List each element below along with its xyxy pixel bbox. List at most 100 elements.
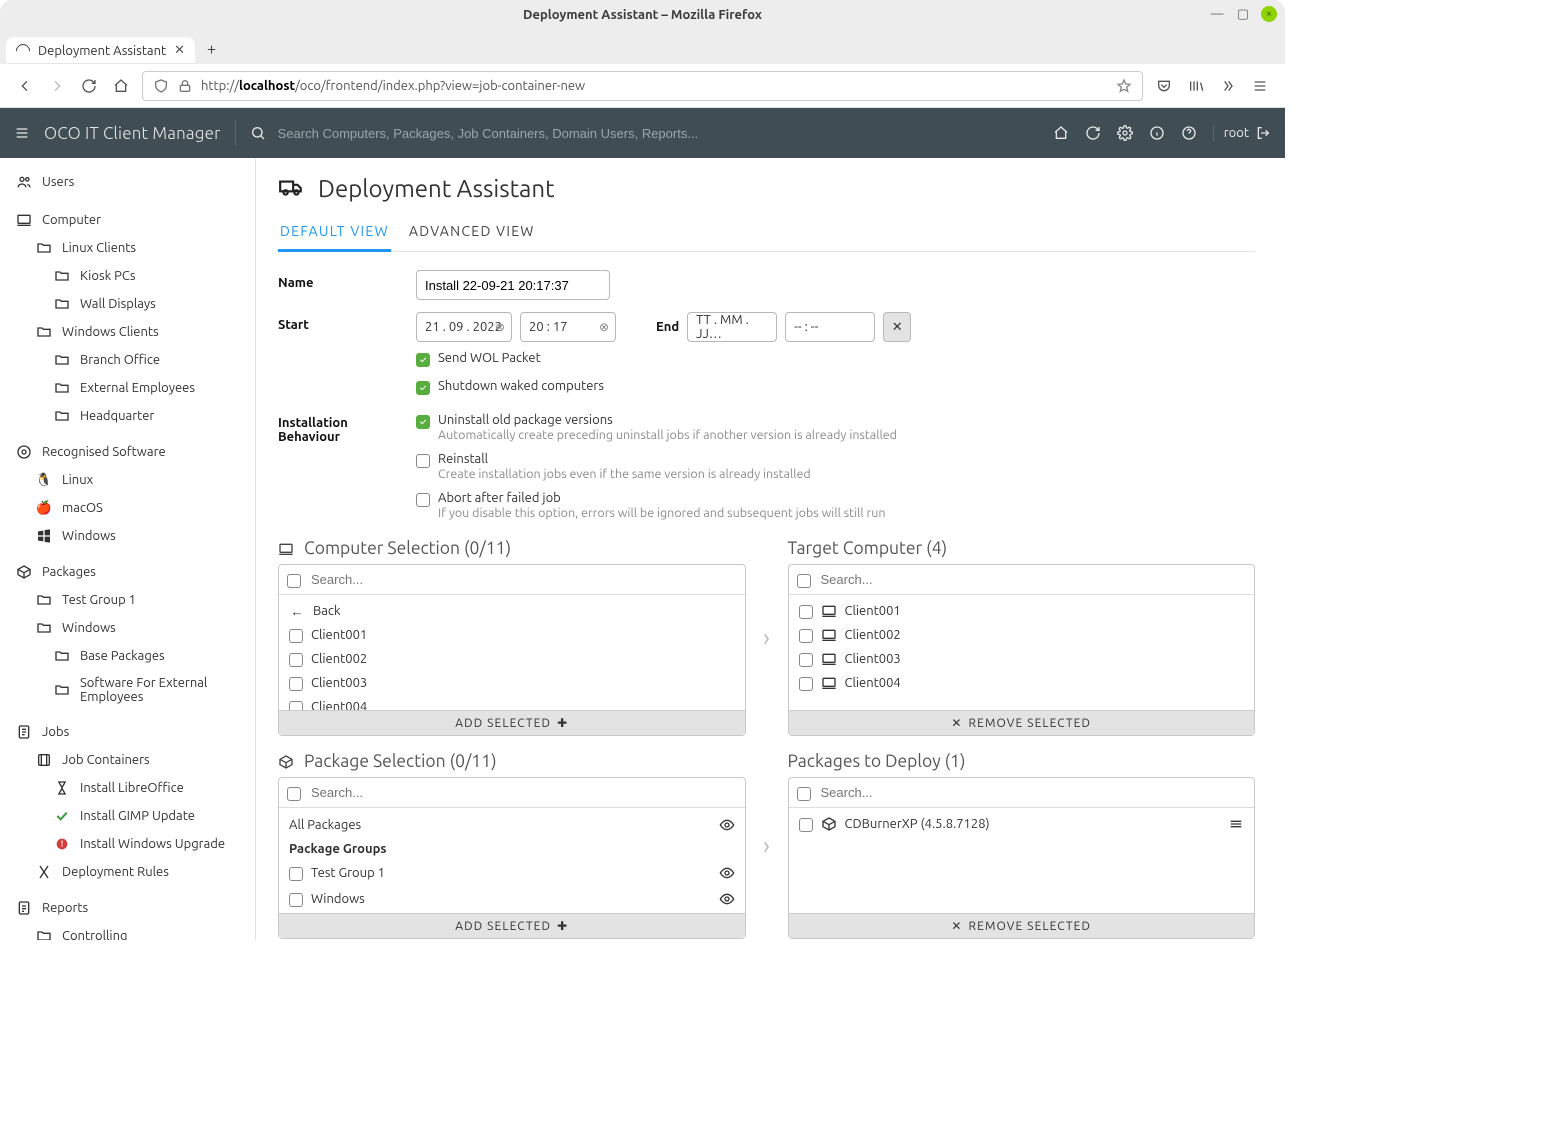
- sidebar-item-install-gimp[interactable]: Install GIMP Update: [0, 802, 255, 830]
- eye-icon[interactable]: [719, 891, 735, 907]
- pkg-add-selected-button[interactable]: ADD SELECTED✚: [279, 913, 745, 938]
- uninstall-checkbox[interactable]: [416, 415, 430, 429]
- url-bar[interactable]: http://localhost/oco/frontend/index.php?…: [142, 71, 1143, 101]
- list-item[interactable]: Client001: [279, 623, 745, 647]
- list-item[interactable]: CDBurnerXP (4.5.8.7128): [789, 812, 1255, 836]
- sidebar-item-computer[interactable]: Computer: [0, 206, 255, 234]
- sidebar-item-controlling[interactable]: Controlling: [0, 922, 255, 940]
- sidebar-item-users[interactable]: Users: [0, 168, 255, 196]
- home-button[interactable]: [110, 75, 132, 97]
- refresh-icon[interactable]: [1085, 125, 1101, 141]
- sidebar-item-macos[interactable]: 🍎macOS: [0, 494, 255, 522]
- sidebar-item-install-win-upgrade[interactable]: !Install Windows Upgrade: [0, 830, 255, 858]
- add-selected-button[interactable]: ADD SELECTED✚: [279, 710, 745, 735]
- sidebar-item-linux-clients[interactable]: Linux Clients: [0, 234, 255, 262]
- clear-start-time-icon[interactable]: ⊗: [599, 320, 609, 334]
- home-icon[interactable]: [1053, 125, 1069, 141]
- sidebar-item-base-packages[interactable]: Base Packages: [0, 642, 255, 670]
- help-icon[interactable]: [1181, 125, 1197, 141]
- remove-selected-button[interactable]: ✕REMOVE SELECTED: [789, 710, 1255, 735]
- sidebar-item-test-group[interactable]: Test Group 1: [0, 586, 255, 614]
- name-input[interactable]: [416, 270, 610, 300]
- menu-toggle-button[interactable]: [14, 125, 30, 141]
- os-min-button[interactable]: —: [1209, 6, 1225, 22]
- item-checkbox[interactable]: [289, 629, 303, 643]
- logout-icon[interactable]: [1255, 125, 1271, 141]
- back-button[interactable]: ←Back: [279, 599, 745, 623]
- list-item[interactable]: Client003: [789, 647, 1255, 671]
- end-date-input[interactable]: TT . MM . JJ…: [687, 312, 777, 342]
- shutdown-checkbox[interactable]: [416, 381, 430, 395]
- sidebar-item-linux[interactable]: 🐧Linux: [0, 466, 255, 494]
- item-checkbox[interactable]: [799, 677, 813, 691]
- deploy-select-all-checkbox[interactable]: [797, 787, 811, 801]
- end-time-input[interactable]: -- : --: [785, 312, 875, 342]
- tab-close-button[interactable]: ✕: [174, 43, 185, 58]
- sidebar-item-packages[interactable]: Packages: [0, 558, 255, 586]
- app-search-input[interactable]: [276, 125, 1039, 142]
- eye-icon[interactable]: [719, 817, 735, 833]
- sidebar-item-windows-clients[interactable]: Windows Clients: [0, 318, 255, 346]
- os-max-button[interactable]: ▢: [1235, 6, 1251, 22]
- os-close-button[interactable]: ×: [1261, 6, 1277, 22]
- sidebar-item-kiosk-pcs[interactable]: Kiosk PCs: [0, 262, 255, 290]
- item-checkbox[interactable]: [289, 701, 303, 710]
- pkg-select-all-checkbox[interactable]: [287, 787, 301, 801]
- abort-checkbox[interactable]: [416, 493, 430, 507]
- target-search-input[interactable]: [819, 571, 1247, 588]
- item-checkbox[interactable]: [289, 893, 303, 907]
- list-item[interactable]: Client004: [789, 671, 1255, 695]
- start-time-input[interactable]: 20 : 17⊗: [520, 312, 616, 342]
- sidebar-item-sw-external[interactable]: Software For External Employees: [0, 670, 255, 710]
- list-item[interactable]: Client001: [789, 599, 1255, 623]
- library-icon[interactable]: [1185, 75, 1207, 97]
- settings-icon[interactable]: [1117, 125, 1133, 141]
- sidebar-item-jobs[interactable]: Jobs: [0, 718, 255, 746]
- eye-icon[interactable]: [719, 865, 735, 881]
- sidebar-item-reports[interactable]: Reports: [0, 894, 255, 922]
- item-checkbox[interactable]: [799, 605, 813, 619]
- back-button[interactable]: [14, 75, 36, 97]
- target-select-all-checkbox[interactable]: [797, 574, 811, 588]
- list-item[interactable]: Client004: [279, 695, 745, 710]
- sidebar-item-recognised-software[interactable]: Recognised Software: [0, 438, 255, 466]
- list-item[interactable]: Client003: [279, 671, 745, 695]
- list-item[interactable]: Client002: [789, 623, 1255, 647]
- comp-select-all-checkbox[interactable]: [287, 574, 301, 588]
- item-checkbox[interactable]: [289, 677, 303, 691]
- reinstall-checkbox[interactable]: [416, 454, 430, 468]
- info-icon[interactable]: [1149, 125, 1165, 141]
- wol-checkbox[interactable]: [416, 353, 430, 367]
- sidebar-item-windows-sw[interactable]: Windows: [0, 522, 255, 550]
- new-tab-button[interactable]: +: [201, 34, 222, 64]
- reload-button[interactable]: [78, 75, 100, 97]
- end-clear-button[interactable]: ✕: [883, 312, 911, 342]
- item-checkbox[interactable]: [799, 818, 813, 832]
- drag-handle-icon[interactable]: [1228, 816, 1244, 832]
- sidebar-item-pkg-windows[interactable]: Windows: [0, 614, 255, 642]
- item-checkbox[interactable]: [289, 867, 303, 881]
- comp-search-input[interactable]: [309, 571, 737, 588]
- item-checkbox[interactable]: [799, 629, 813, 643]
- tab-advanced-view[interactable]: ADVANCED VIEW: [407, 217, 537, 251]
- browser-menu-button[interactable]: [1249, 75, 1271, 97]
- browser-tab[interactable]: Deployment Assistant ✕: [6, 37, 195, 64]
- deploy-search-input[interactable]: [819, 784, 1247, 801]
- item-checkbox[interactable]: [289, 653, 303, 667]
- sidebar-item-wall-displays[interactable]: Wall Displays: [0, 290, 255, 318]
- chevrons-right-icon[interactable]: [1217, 75, 1239, 97]
- bookmark-star-icon[interactable]: [1116, 78, 1132, 94]
- deploy-remove-selected-button[interactable]: ✕REMOVE SELECTED: [789, 913, 1255, 938]
- tab-default-view[interactable]: DEFAULT VIEW: [278, 217, 391, 252]
- sidebar-item-external-employees[interactable]: External Employees: [0, 374, 255, 402]
- list-item[interactable]: Windows: [279, 886, 745, 912]
- item-checkbox[interactable]: [799, 653, 813, 667]
- list-item[interactable]: Test Group 1: [279, 860, 745, 886]
- list-item[interactable]: Client002: [279, 647, 745, 671]
- pkg-search-input[interactable]: [309, 784, 737, 801]
- start-date-input[interactable]: 21 . 09 . 2022⊗: [416, 312, 512, 342]
- sidebar-item-headquarter[interactable]: Headquarter: [0, 402, 255, 430]
- forward-button[interactable]: [46, 75, 68, 97]
- sidebar-item-install-libreoffice[interactable]: Install LibreOffice: [0, 774, 255, 802]
- sidebar-item-job-containers[interactable]: Job Containers: [0, 746, 255, 774]
